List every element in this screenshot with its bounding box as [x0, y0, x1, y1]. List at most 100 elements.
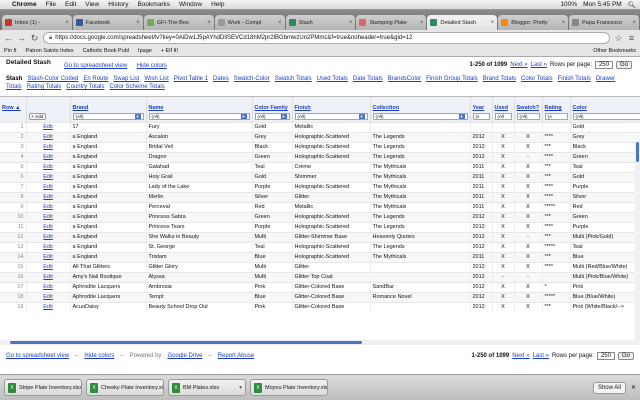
close-tab-icon[interactable]: ×	[491, 20, 495, 26]
edit-link[interactable]: Edit	[26, 171, 71, 182]
sheet-tab[interactable]: Color Scheme Totals	[110, 84, 165, 90]
edit-link[interactable]: Edit	[26, 281, 71, 292]
menu-file[interactable]: File	[46, 1, 56, 8]
other-bookmarks[interactable]: Other Bookmarks	[593, 48, 636, 54]
add-filter-button[interactable]: + Add	[28, 113, 47, 121]
browser-tab[interactable]: Blogger: Pretty ×	[498, 15, 569, 30]
sheet-tab[interactable]: Swatch Totals	[275, 76, 312, 82]
show-all-button[interactable]: Show All	[592, 381, 626, 394]
reload-icon[interactable]: ↻	[30, 33, 39, 44]
spotlight-search-icon[interactable]: 🔍︎	[628, 1, 636, 9]
year-filter-select[interactable]: (v	[472, 113, 490, 121]
sheet-tab[interactable]: Stash	[6, 76, 22, 82]
collection-filter-select[interactable]: (All) ▼	[372, 113, 468, 121]
edit-link[interactable]: Edit	[26, 241, 71, 252]
bookmark-item[interactable]: + Elf It!	[161, 48, 178, 54]
sheet-tab[interactable]: En Route	[83, 76, 108, 82]
edit-link[interactable]: Edit	[26, 261, 71, 272]
download-item[interactable]: X BM Plates.xlsx ▾	[168, 379, 246, 396]
edit-link[interactable]: Edit	[26, 201, 71, 212]
close-tab-icon[interactable]: ×	[633, 20, 637, 26]
edit-link[interactable]: Edit	[26, 291, 71, 302]
menu-chrome[interactable]: Chrome	[12, 1, 37, 8]
address-bar[interactable]: 🔒︎ https://docs.google.com/spreadsheet/l…	[43, 32, 610, 44]
sheet-tab[interactable]: Finish Group Totals	[426, 76, 478, 82]
menu-help[interactable]: Help	[211, 1, 224, 8]
col-header-rating[interactable]: Rating	[542, 97, 571, 112]
close-tab-icon[interactable]: ×	[349, 20, 353, 26]
sheet-tab[interactable]: Rating Totals	[27, 84, 62, 90]
scrollbar-thumb[interactable]	[636, 142, 639, 162]
swatch-filter-select[interactable]: (All)	[516, 113, 540, 121]
col-header-collection[interactable]: Collection	[370, 97, 471, 112]
sheet-tab[interactable]: Wish List	[144, 76, 168, 82]
goto-spreadsheet-link[interactable]: Go to spreadsheet view	[64, 63, 127, 69]
sheet-tab[interactable]: Stash-Color Coded	[27, 76, 78, 82]
close-tab-icon[interactable]: ×	[278, 20, 282, 26]
browser-tab[interactable]: Stamping Plate ×	[356, 15, 427, 30]
menu-window[interactable]: Window	[179, 1, 202, 8]
col-header-swatch[interactable]: Swatch?	[514, 97, 543, 112]
col-header-row[interactable]: Row ▲	[0, 97, 27, 112]
edit-link[interactable]: Edit	[26, 131, 71, 142]
next-page-link[interactable]: Next »	[510, 62, 527, 68]
browser-tab[interactable]: Stash ×	[285, 15, 356, 30]
rating-filter-select[interactable]: (A	[544, 113, 568, 121]
edit-link[interactable]: Edit	[26, 211, 71, 222]
go-button[interactable]: Go	[615, 61, 632, 69]
scrollbar-thumb[interactable]	[10, 341, 362, 344]
sheet-tab[interactable]: Dates	[213, 76, 229, 82]
browser-tab[interactable]: Work - Compl ×	[214, 15, 285, 30]
clock[interactable]: Mon 5:45 PM	[583, 1, 622, 8]
hide-colors-link[interactable]: Hide colors	[137, 63, 167, 69]
menu-bookmarks[interactable]: Bookmarks	[137, 1, 170, 8]
download-item[interactable]: XStripe Plate Inventory.xlsx▾	[4, 379, 82, 396]
brand-filter-select[interactable]: (All) ▼	[72, 113, 144, 121]
used-filter-select[interactable]: (All	[494, 113, 512, 121]
download-menu-icon[interactable]: ▾	[239, 385, 242, 391]
color-family-filter-select[interactable]: (All) ▼	[254, 113, 290, 121]
close-tab-icon[interactable]: ×	[207, 20, 211, 26]
forward-icon[interactable]: →	[17, 33, 26, 43]
col-header-name[interactable]: Name	[146, 97, 253, 112]
col-header-color[interactable]: Color	[570, 97, 640, 112]
col-header-finish[interactable]: Finish	[292, 97, 371, 112]
edit-link[interactable]: Edit	[26, 251, 71, 262]
menu-view[interactable]: View	[85, 1, 99, 8]
close-icon[interactable]: ✕	[631, 384, 636, 391]
download-item[interactable]: XMoyou Plate Inventory.xlsx▾	[250, 379, 328, 396]
edit-link[interactable]: Edit	[26, 161, 71, 172]
browser-tab[interactable]: Papa Francesco ×	[569, 15, 640, 30]
download-item[interactable]: XCheeky Plate Inventory.xlsx▾	[86, 379, 164, 396]
sheet-tab[interactable]: Date Totals	[353, 76, 383, 82]
edit-link[interactable]: Edit	[26, 221, 71, 232]
hide-colors-link[interactable]: Hide colors	[84, 353, 114, 359]
sheet-tab[interactable]: Finish Totals	[558, 76, 591, 82]
browser-tab[interactable]: Facebook ×	[72, 15, 143, 30]
goto-spreadsheet-link[interactable]: Go to spreadsheet view	[6, 353, 69, 359]
sheet-tab[interactable]: Country Totals	[66, 84, 104, 90]
vertical-scrollbar[interactable]	[635, 142, 640, 342]
browser-tab[interactable]: Inbox (1) - ×	[2, 15, 72, 30]
browser-tab[interactable]: GFI-The-Boo ×	[143, 15, 214, 30]
col-header-brand[interactable]: Brand	[70, 97, 147, 112]
bookmark-item[interactable]: Catholic Book Publ	[83, 48, 129, 54]
menu-history[interactable]: History	[108, 1, 128, 8]
sheet-tab[interactable]: Swatch-Color	[234, 76, 270, 82]
rows-per-page-input[interactable]: 250	[594, 61, 613, 69]
sheet-tab[interactable]: Pivot Table 1	[174, 76, 208, 82]
col-header-color-family[interactable]: Color Family	[252, 97, 293, 112]
name-filter-select[interactable]: (All) ▼	[148, 113, 250, 121]
edit-link[interactable]: Edit	[26, 301, 71, 312]
sheet-tab[interactable]: Brand Totals	[483, 76, 516, 82]
bookmark-item[interactable]: Patron Saints Index	[26, 48, 74, 54]
last-page-link[interactable]: Last »	[533, 353, 549, 359]
sheet-tab[interactable]: Color Totals	[521, 76, 553, 82]
report-abuse-link[interactable]: Report Abuse	[218, 353, 254, 359]
browser-tab[interactable]: Detailed Stash ×	[427, 15, 498, 30]
rows-per-page-input[interactable]: 250	[596, 352, 615, 360]
last-page-link[interactable]: Last »	[531, 62, 547, 68]
close-tab-icon[interactable]: ×	[65, 20, 69, 26]
close-tab-icon[interactable]: ×	[420, 20, 424, 26]
edit-link[interactable]: Edit	[26, 121, 71, 132]
